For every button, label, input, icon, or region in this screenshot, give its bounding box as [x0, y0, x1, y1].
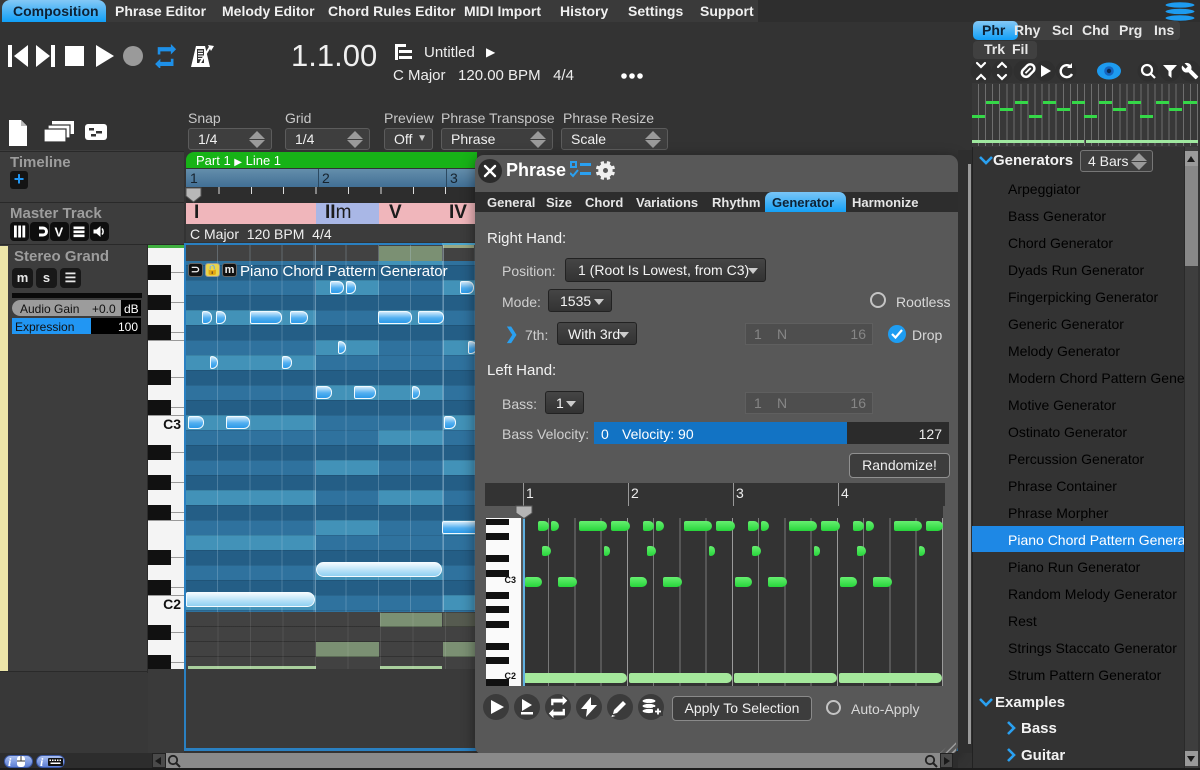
svg-text:i: i [8, 756, 12, 767]
svg-text:i: i [40, 756, 44, 767]
svg-text:V: V [55, 225, 64, 240]
